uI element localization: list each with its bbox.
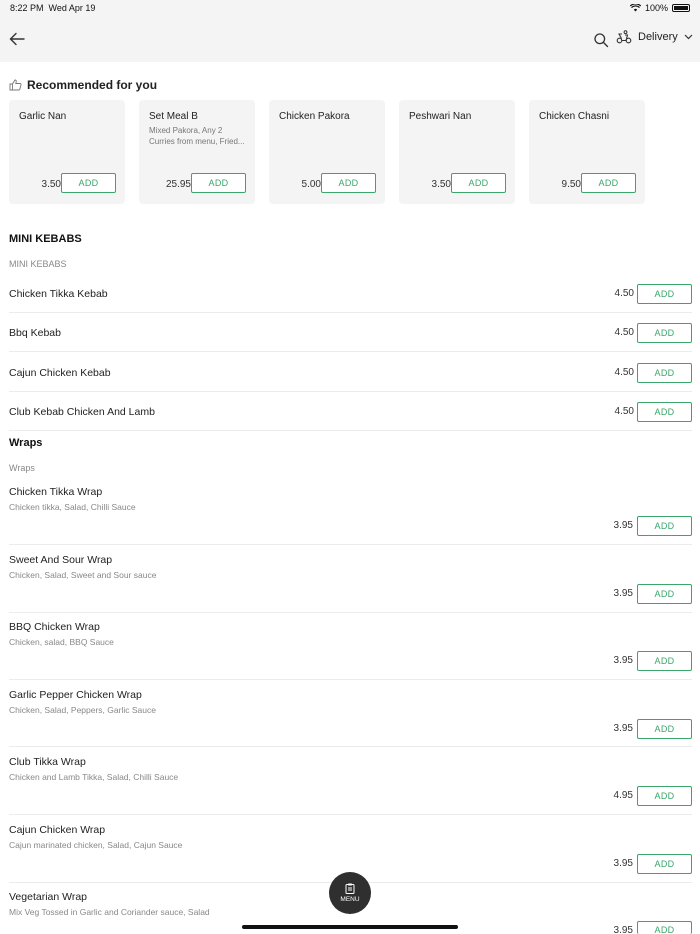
add-button[interactable]: ADD — [451, 173, 506, 193]
card-price: 3.50 — [41, 179, 61, 190]
menu-item-name[interactable]: Vegetarian Wrap — [9, 891, 87, 903]
card-name: Chicken Pakora — [279, 111, 350, 122]
divider — [9, 391, 692, 392]
menu-list-icon — [345, 883, 355, 894]
divider — [9, 814, 692, 815]
card-name: Garlic Nan — [19, 111, 67, 122]
menu-item-desc: Chicken, Salad, Peppers, Garlic Sauce — [9, 705, 156, 715]
add-button[interactable]: ADD — [637, 854, 692, 874]
add-button[interactable]: ADD — [637, 719, 692, 739]
recommended-card[interactable]: Set Meal B Mixed Pakora, Any 2 Curries f… — [139, 100, 255, 204]
menu-item-name[interactable]: Chicken Tikka Wrap — [9, 486, 102, 498]
menu-item-price: 3.95 — [613, 858, 633, 869]
thumbs-up-icon — [9, 79, 22, 91]
card-name: Peshwari Nan — [409, 111, 472, 122]
add-button[interactable]: ADD — [637, 651, 692, 671]
menu-item-desc: Mix Veg Tossed in Garlic and Coriander s… — [9, 907, 210, 917]
divider — [9, 351, 692, 352]
wifi-icon — [629, 4, 641, 12]
recommended-heading: Recommended for you — [9, 78, 157, 92]
menu-item-price: 4.95 — [613, 790, 633, 801]
divider — [9, 612, 692, 613]
menu-item-desc: Cajun marinated chicken, Salad, Cajun Sa… — [9, 840, 183, 850]
menu-item-name[interactable]: Bbq Kebab — [9, 327, 61, 339]
delivery-label: Delivery — [638, 31, 678, 43]
menu-item-name[interactable]: Club Tikka Wrap — [9, 756, 86, 768]
home-indicator — [242, 925, 458, 929]
recommended-card[interactable]: Chicken Pakora 5.00 ADD — [269, 100, 385, 204]
menu-item-price: 4.50 — [614, 406, 634, 417]
divider — [9, 679, 692, 680]
recommended-card[interactable]: Garlic Nan 3.50 ADD — [9, 100, 125, 204]
menu-item-name[interactable]: Chicken Tikka Kebab — [9, 288, 108, 300]
delivery-scooter-icon — [616, 30, 632, 44]
add-button[interactable]: ADD — [637, 516, 692, 536]
card-name: Chicken Chasni — [539, 111, 610, 122]
menu-item-desc: Chicken, salad, BBQ Sauce — [9, 637, 114, 647]
menu-item-price: 3.95 — [613, 723, 633, 734]
card-name: Set Meal B — [149, 111, 198, 122]
status-right: 100% — [629, 3, 690, 13]
menu-item-name[interactable]: Cajun Chicken Kebab — [9, 367, 111, 379]
battery-percent: 100% — [644, 3, 668, 13]
menu-item-price: 3.95 — [613, 588, 633, 599]
menu-item-price: 3.95 — [613, 520, 633, 531]
add-button[interactable]: ADD — [637, 584, 692, 604]
card-price: 3.50 — [431, 179, 451, 190]
menu-item-price: 3.95 — [613, 925, 633, 934]
divider — [9, 746, 692, 747]
recommended-card[interactable]: Chicken Chasni 9.50 ADD — [529, 100, 645, 204]
add-button[interactable]: ADD — [637, 363, 692, 383]
divider — [9, 544, 692, 545]
chevron-down-icon — [684, 34, 693, 40]
add-button[interactable]: ADD — [581, 173, 636, 193]
menu-item-name[interactable]: BBQ Chicken Wrap — [9, 621, 100, 633]
add-button[interactable]: ADD — [637, 402, 692, 422]
section-subtitle: MINI KEBABS — [9, 259, 67, 269]
status-bar: 8:22 PM Wed Apr 19 100% — [0, 0, 700, 18]
menu-item-price: 3.95 — [613, 655, 633, 666]
add-button[interactable]: ADD — [191, 173, 246, 193]
card-price: 5.00 — [301, 179, 321, 190]
add-button[interactable]: ADD — [637, 921, 692, 934]
card-price: 25.95 — [165, 179, 191, 190]
battery-icon — [672, 4, 690, 12]
menu-item-price: 4.50 — [614, 288, 634, 299]
section-title-mini-kebabs: MINI KEBABS — [9, 233, 82, 245]
add-button[interactable]: ADD — [637, 284, 692, 304]
section-title-wraps: Wraps — [9, 437, 43, 449]
menu-button[interactable]: MENU — [329, 872, 371, 914]
menu-item-desc: Chicken and Lamb Tikka, Salad, Chilli Sa… — [9, 772, 179, 782]
menu-button-label: MENU — [340, 896, 360, 903]
top-bar: Delivery — [0, 18, 700, 62]
status-time: 8:22 PM Wed Apr 19 — [10, 3, 96, 13]
back-arrow-icon[interactable] — [8, 30, 26, 48]
menu-item-name[interactable]: Garlic Pepper Chicken Wrap — [9, 689, 142, 701]
menu-item-desc: Chicken tikka, Salad, Chilli Sauce — [9, 502, 136, 512]
add-button[interactable]: ADD — [321, 173, 376, 193]
add-button[interactable]: ADD — [637, 323, 692, 343]
divider — [9, 312, 692, 313]
divider — [9, 430, 692, 431]
menu-item-name[interactable]: Cajun Chicken Wrap — [9, 824, 105, 836]
add-button[interactable]: ADD — [61, 173, 116, 193]
menu-item-name[interactable]: Sweet And Sour Wrap — [9, 554, 112, 566]
card-desc: Mixed Pakora, Any 2 Curries from menu, F… — [149, 126, 245, 146]
delivery-selector[interactable]: Delivery — [616, 30, 693, 44]
section-subtitle: Wraps — [9, 463, 35, 473]
menu-item-desc: Chicken, Salad, Sweet and Sour sauce — [9, 570, 157, 580]
search-icon[interactable] — [593, 32, 609, 48]
menu-item-price: 4.50 — [614, 327, 634, 338]
recommended-card[interactable]: Peshwari Nan 3.50 ADD — [399, 100, 515, 204]
menu-item-price: 4.50 — [614, 367, 634, 378]
recommended-title: Recommended for you — [27, 78, 158, 92]
menu-item-name[interactable]: Club Kebab Chicken And Lamb — [9, 406, 155, 418]
add-button[interactable]: ADD — [637, 786, 692, 806]
card-price: 9.50 — [561, 179, 581, 190]
